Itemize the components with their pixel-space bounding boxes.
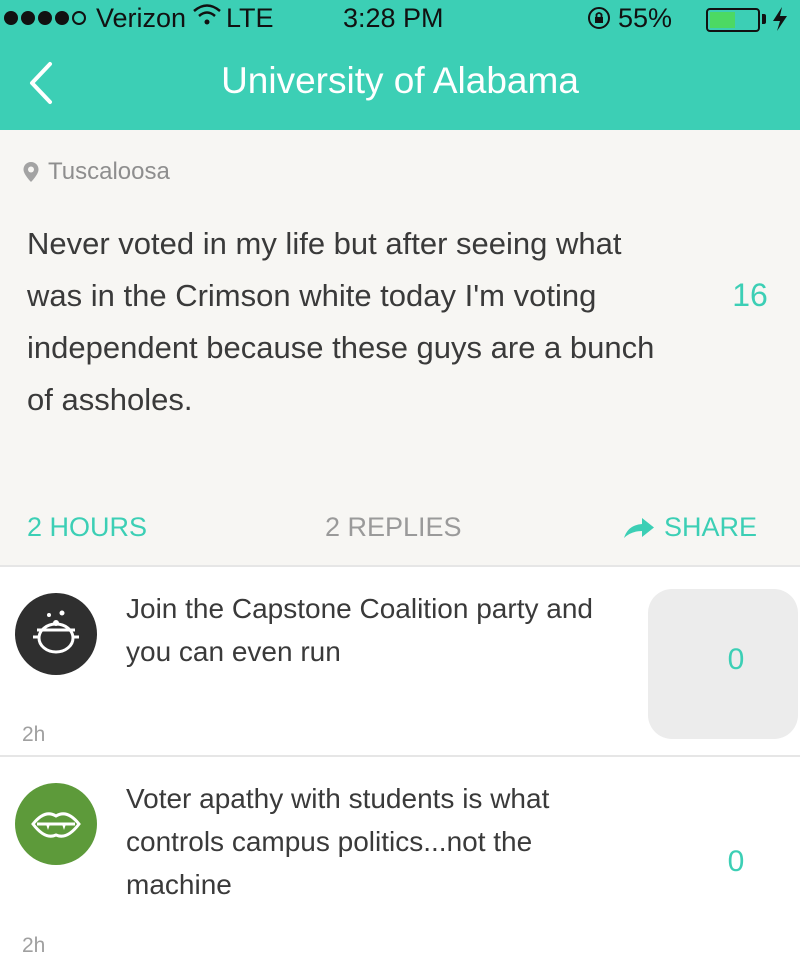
reply-text: Join the Capstone Coalition party and yo… (126, 593, 593, 667)
reply-count[interactable]: 2 REPLIES (325, 512, 462, 543)
location-pin-icon (23, 162, 39, 182)
status-bar: Verizon LTE 3:28 PM 55% (0, 0, 800, 38)
signal-dot-empty (72, 11, 86, 25)
pot-icon (15, 593, 97, 675)
reply-age: 2h (22, 723, 46, 746)
carrier-label: Verizon (96, 3, 187, 33)
clock: 3:28 PM (343, 3, 444, 33)
signal-strength-icon (4, 11, 86, 25)
location-label: Tuscaloosa (48, 158, 170, 185)
network-type: LTE (226, 3, 274, 33)
main-post: Tuscaloosa Never voted in my life but af… (0, 130, 800, 565)
signal-dot (4, 11, 18, 25)
share-button[interactable]: SHARE (622, 512, 757, 543)
reply-item: Voter apathy with students is what contr… (0, 755, 800, 970)
reply-vote-count[interactable]: 0 (706, 845, 766, 879)
signal-dot (21, 11, 35, 25)
vampire-mouth-icon (15, 783, 97, 865)
reply-item: Join the Capstone Coalition party and yo… (0, 565, 800, 755)
battery-percent: 55% (618, 3, 673, 33)
post-text: Never voted in my life but after seeing … (27, 226, 655, 417)
post-location: Tuscaloosa (22, 158, 170, 186)
avatar (15, 783, 97, 865)
signal-dot (55, 11, 69, 25)
share-arrow-icon (624, 517, 654, 538)
post-vote-count[interactable]: 16 (720, 277, 780, 314)
share-label: SHARE (664, 512, 758, 542)
reply-text: Voter apathy with students is what contr… (126, 783, 550, 900)
navigation-bar: University of Alabama (0, 40, 800, 128)
charging-bolt-icon (773, 7, 787, 31)
signal-dot (38, 11, 52, 25)
reply-vote-count[interactable]: 0 (706, 643, 766, 677)
rotation-lock-icon (588, 7, 610, 29)
battery-fill (710, 12, 736, 28)
post-footer: 2 HOURS 2 REPLIES SHARE (0, 512, 800, 548)
battery-icon (706, 8, 760, 32)
post-age: 2 HOURS (27, 512, 148, 542)
reply-age: 2h (22, 934, 46, 957)
avatar (15, 593, 97, 675)
battery-tip (762, 14, 766, 24)
app-header: Verizon LTE 3:28 PM 55% University of Al… (0, 0, 800, 130)
wifi-icon (193, 4, 221, 25)
page-title: University of Alabama (221, 60, 579, 101)
